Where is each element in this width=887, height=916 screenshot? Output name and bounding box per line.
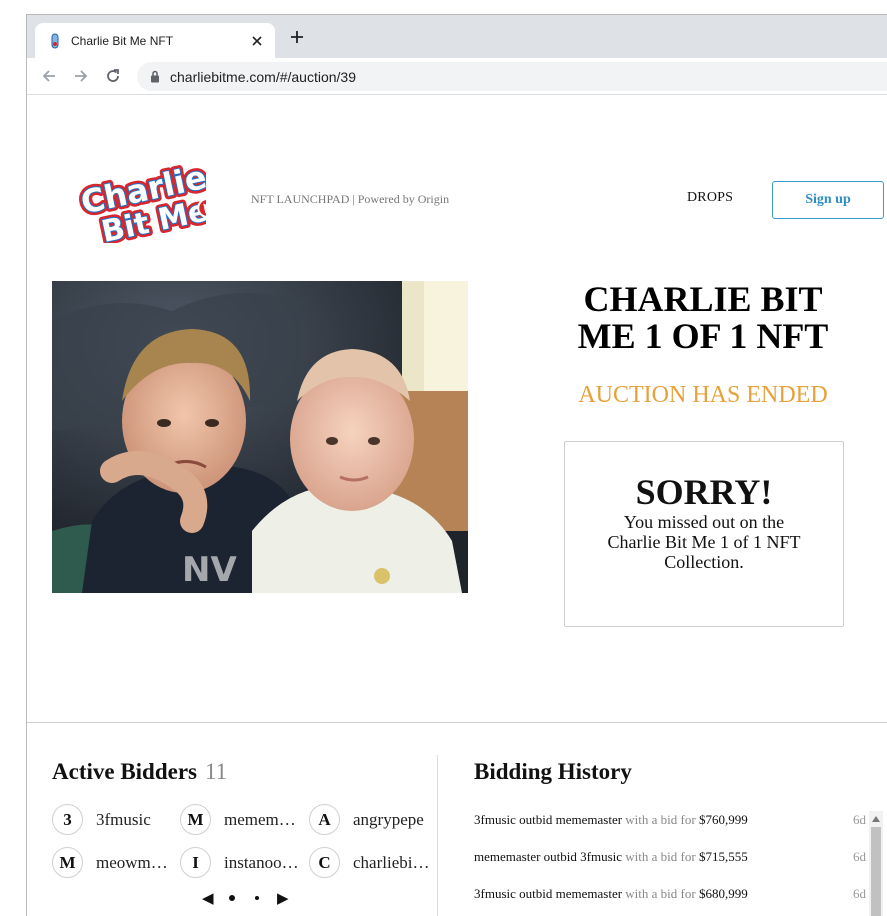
section-divider bbox=[27, 722, 887, 723]
charlie-bit-me-logo[interactable]: Charlie Charlie Bit Me Bit Me bbox=[62, 154, 218, 253]
lock-icon bbox=[149, 70, 161, 84]
bidders-count: 11 bbox=[205, 759, 228, 784]
bidder-item[interactable]: I instanoodles bbox=[180, 847, 302, 878]
scroll-thumb[interactable] bbox=[871, 827, 881, 916]
bidder-item[interactable]: A angrypepe bbox=[309, 804, 431, 835]
history-verb: outbid bbox=[543, 849, 577, 864]
history-phrase: with a bid for bbox=[625, 886, 696, 901]
svg-text:NV: NV bbox=[182, 550, 237, 590]
bidder-avatar: 3 bbox=[52, 804, 83, 835]
bidder-name: instanoodles bbox=[224, 852, 302, 872]
arrow-right-icon[interactable] bbox=[71, 66, 91, 86]
history-amount: $680,999 bbox=[698, 886, 748, 901]
charlie-bit-me-favicon-icon bbox=[47, 33, 63, 49]
pager-dot-active[interactable] bbox=[229, 895, 235, 901]
history-amount: $760,999 bbox=[698, 812, 748, 827]
address-bar[interactable]: charliebitme.com/#/auction/39 bbox=[137, 62, 887, 91]
tab-title: Charlie Bit Me NFT bbox=[71, 33, 174, 48]
bidder-avatar: M bbox=[52, 847, 83, 878]
signup-button[interactable]: Sign up bbox=[772, 181, 884, 219]
close-icon[interactable] bbox=[247, 31, 267, 51]
bidder-avatar: I bbox=[180, 847, 211, 878]
bidder-item[interactable]: 3 3fmusic bbox=[52, 804, 174, 835]
history-outbid-user: mememaster bbox=[555, 886, 623, 901]
launchpad-tagline[interactable]: NFT LAUNCHPAD | Powered by Origin bbox=[251, 192, 449, 207]
bidder-name: charliebitme bbox=[353, 852, 431, 872]
active-bidders-title: Active Bidders bbox=[52, 759, 198, 784]
nft-title: CHARLIE BIT ME 1 OF 1 NFT bbox=[577, 279, 829, 356]
history-time: 6d bbox=[853, 812, 866, 827]
nav-drops-link[interactable]: DROPS bbox=[687, 190, 733, 206]
bidder-item[interactable]: C charliebitme bbox=[309, 847, 431, 878]
bidder-avatar: C bbox=[309, 847, 340, 878]
nft-video-frame: NV bbox=[52, 281, 468, 593]
reload-icon[interactable] bbox=[103, 66, 123, 86]
auction-status: AUCTION HAS ENDED bbox=[578, 382, 828, 408]
pager-dot[interactable] bbox=[255, 896, 259, 900]
bidder-name: meowmeow bbox=[96, 852, 174, 872]
history-phrase: with a bid for bbox=[625, 812, 696, 827]
history-verb: outbid bbox=[519, 812, 553, 827]
history-scrollbar[interactable] bbox=[869, 811, 883, 916]
browser-window: Charlie Bit Me NFT charliebitme.com/#/au… bbox=[26, 14, 887, 916]
history-row: mememaster outbid 3fmusic with a bid for… bbox=[474, 849, 869, 865]
history-time: 6d bbox=[853, 849, 866, 864]
pager-prev-button[interactable]: ◀ bbox=[202, 889, 214, 908]
plus-icon[interactable] bbox=[289, 29, 305, 45]
bidder-item[interactable]: M meowmeow bbox=[52, 847, 174, 878]
history-verb: outbid bbox=[519, 886, 553, 901]
history-phrase: with a bid for bbox=[625, 849, 696, 864]
history-outbid-user: 3fmusic bbox=[580, 849, 623, 864]
bidder-avatar: M bbox=[180, 804, 211, 835]
bidder-name: mememaster bbox=[224, 809, 302, 829]
history-bidder: mememaster bbox=[474, 849, 541, 864]
history-time: 6d bbox=[853, 886, 866, 901]
bidding-history-heading: Bidding History bbox=[474, 759, 632, 784]
bidders-pager: ◀ ▶ bbox=[202, 889, 292, 908]
history-row: 3fmusic outbid mememaster with a bid for… bbox=[474, 886, 869, 902]
auction-ended-card: SORRY! You missed out on the Charlie Bit… bbox=[564, 441, 844, 627]
history-bidder: 3fmusic bbox=[474, 812, 516, 827]
browser-tab[interactable]: Charlie Bit Me NFT bbox=[35, 23, 275, 58]
arrow-left-icon[interactable] bbox=[39, 66, 59, 86]
bidder-item[interactable]: M mememaster bbox=[180, 804, 302, 835]
bidder-name: angrypepe bbox=[353, 809, 424, 829]
history-amount: $715,555 bbox=[698, 849, 748, 864]
pager-next-button[interactable]: ▶ bbox=[277, 889, 289, 908]
history-bidder: 3fmusic bbox=[474, 886, 516, 901]
bidder-name: 3fmusic bbox=[96, 809, 151, 829]
sorry-message: You missed out on the Charlie Bit Me 1 o… bbox=[607, 512, 801, 572]
bidder-avatar: A bbox=[309, 804, 340, 835]
active-bidders-heading: Active Bidders 11 bbox=[52, 759, 227, 785]
scroll-up-arrow-icon[interactable] bbox=[869, 813, 883, 825]
column-divider bbox=[437, 755, 438, 916]
history-outbid-user: mememaster bbox=[555, 812, 623, 827]
tab-strip: Charlie Bit Me NFT bbox=[27, 15, 887, 58]
history-row: 3fmusic outbid mememaster with a bid for… bbox=[474, 812, 869, 828]
nft-video-player[interactable]: NV bbox=[52, 281, 468, 593]
url-text: charliebitme.com/#/auction/39 bbox=[170, 68, 356, 85]
browser-toolbar: charliebitme.com/#/auction/39 bbox=[27, 58, 887, 95]
sorry-heading: SORRY! bbox=[635, 472, 773, 512]
page-content: Charlie Charlie Bit Me Bit Me NFT LAUNCH… bbox=[27, 95, 887, 916]
